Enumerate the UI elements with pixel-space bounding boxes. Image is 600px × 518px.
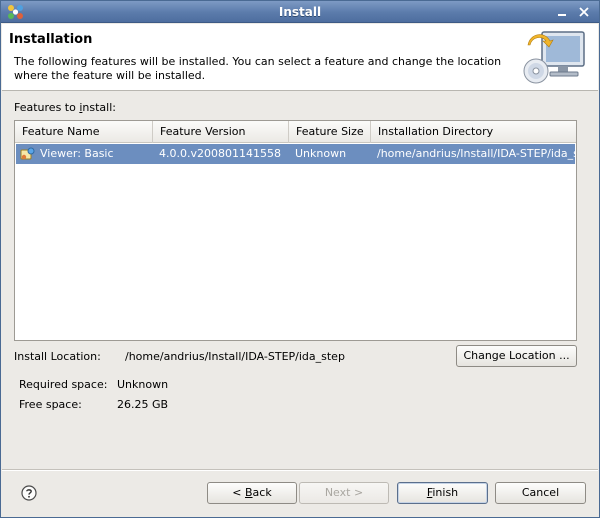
cancel-button[interactable]: Cancel — [495, 482, 586, 504]
features-table[interactable]: Feature Name Feature Version Feature Siz… — [14, 120, 577, 341]
column-header-feature-name[interactable]: Feature Name — [15, 121, 153, 143]
page-description: The following features will be installed… — [14, 55, 502, 82]
cell-feature-version: 4.0.0.v200801141558 — [159, 147, 281, 160]
minimize-icon[interactable] — [555, 5, 569, 19]
title-bar[interactable]: Install — [1, 1, 599, 23]
next-button[interactable]: Next > — [299, 482, 389, 504]
install-dialog: Install Installation The following featu… — [0, 0, 600, 518]
install-location-label: Install Location: — [14, 350, 101, 363]
cell-feature-size: Unknown — [295, 147, 347, 160]
free-space-label: Free space: — [19, 398, 82, 411]
column-header-installation-directory[interactable]: Installation Directory — [371, 121, 576, 143]
feature-plugin-icon — [20, 147, 35, 160]
required-space-label: Required space: — [19, 378, 108, 391]
page-title: Installation — [9, 32, 93, 47]
column-header-feature-size[interactable]: Feature Size — [289, 121, 371, 143]
required-space-value: Unknown — [117, 378, 169, 391]
help-icon[interactable] — [21, 485, 37, 501]
column-header-feature-version[interactable]: Feature Version — [153, 121, 289, 143]
table-row[interactable]: Viewer: Basic 4.0.0.v200801141558 Unknow… — [16, 144, 575, 164]
table-header: Feature Name Feature Version Feature Siz… — [15, 121, 576, 143]
back-button[interactable]: < Back — [207, 482, 297, 504]
install-computer-cd-icon — [523, 31, 585, 84]
free-space-value: 26.25 GB — [117, 398, 169, 411]
install-location-value: /home/andrius/Install/IDA-STEP/ida_step — [125, 350, 345, 363]
close-icon[interactable] — [577, 5, 591, 19]
cell-installation-directory: /home/andrius/Install/IDA-STEP/ida_step — [377, 147, 575, 160]
features-to-install-label: Features to install: — [14, 101, 116, 114]
window-title: Install — [278, 5, 322, 19]
header-banner: Installation The following features will… — [2, 24, 598, 91]
footer-separator — [2, 469, 598, 471]
cell-feature-name: Viewer: Basic — [40, 147, 114, 160]
change-location-button[interactable]: Change Location ... — [456, 345, 577, 367]
finish-button[interactable]: Finish — [397, 482, 488, 504]
